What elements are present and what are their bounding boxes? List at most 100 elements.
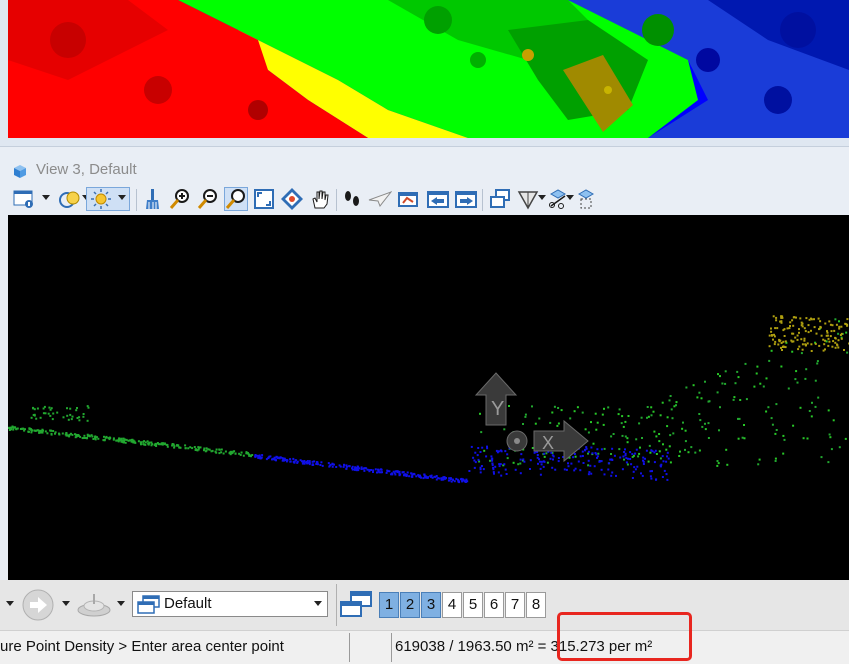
point [205, 449, 208, 452]
point [581, 450, 584, 453]
view-3-titlebar[interactable]: View 3, Default [0, 155, 849, 185]
point [40, 429, 43, 432]
view-3-canvas[interactable]: Y X [8, 215, 849, 581]
point [91, 435, 94, 438]
point [31, 429, 34, 432]
point [30, 416, 33, 419]
point [472, 456, 475, 459]
display-style-icon [59, 191, 80, 208]
tool-dropdown[interactable] [117, 601, 125, 606]
view-2-canvas[interactable] [8, 0, 849, 138]
point [666, 455, 668, 458]
view-select[interactable]: Default [132, 591, 328, 617]
point [830, 448, 833, 451]
point [650, 414, 653, 417]
camera-button[interactable] [396, 187, 420, 211]
point [402, 471, 405, 474]
point [531, 405, 533, 408]
point [331, 465, 334, 468]
point [838, 325, 841, 328]
point [503, 463, 506, 466]
view-4-button[interactable]: 4 [442, 592, 462, 618]
point [602, 423, 605, 426]
point [587, 452, 589, 455]
view-previous-button[interactable] [426, 187, 450, 211]
view-7-button[interactable]: 7 [505, 592, 525, 618]
pan-view-button[interactable] [308, 187, 332, 211]
point [682, 421, 684, 424]
view-8-button[interactable]: 8 [526, 592, 546, 618]
point [342, 465, 345, 468]
copy-view-button[interactable] [488, 187, 512, 211]
point [611, 447, 614, 450]
point [553, 405, 556, 408]
view-select-value: Default [164, 595, 212, 612]
point [814, 379, 817, 382]
point [176, 444, 179, 447]
point [146, 440, 149, 443]
point [805, 344, 807, 346]
fly-button[interactable] [368, 187, 392, 211]
point [491, 458, 494, 461]
point [808, 410, 811, 412]
view-attributes-dropdown[interactable] [42, 195, 50, 200]
point [408, 475, 411, 478]
point [508, 405, 510, 407]
point [808, 318, 811, 321]
point [587, 450, 590, 453]
point [500, 474, 503, 477]
point [569, 417, 572, 420]
view-groups-button[interactable] [339, 589, 373, 621]
point [783, 335, 786, 337]
point [360, 468, 363, 470]
window-area-button[interactable] [224, 187, 248, 211]
view-rotation-button[interactable] [516, 187, 540, 211]
point [698, 413, 701, 415]
fit-view-button[interactable] [252, 187, 276, 211]
view-6-button[interactable]: 6 [484, 592, 504, 618]
forward-dropdown[interactable] [62, 601, 70, 606]
point [721, 382, 724, 385]
point [543, 455, 546, 458]
clip-volume-dropdown[interactable] [566, 195, 574, 200]
view-attributes-button[interactable] [12, 187, 36, 211]
point [704, 428, 707, 431]
update-view-button[interactable] [140, 187, 164, 211]
point [482, 468, 485, 471]
disk-tool-icon [77, 594, 111, 617]
point [622, 425, 625, 428]
point [666, 451, 669, 454]
view-next-button[interactable] [454, 187, 478, 211]
view-2-button[interactable]: 2 [400, 592, 420, 618]
previous-dropdown[interactable] [6, 601, 14, 606]
point [684, 448, 686, 451]
point [598, 460, 601, 463]
point [823, 343, 826, 346]
walk-button[interactable] [340, 187, 364, 211]
point [813, 318, 815, 321]
zoom-in-button[interactable] [168, 187, 192, 211]
point [485, 455, 488, 458]
point [782, 345, 785, 348]
view-1-button[interactable]: 1 [379, 592, 399, 618]
point [655, 478, 657, 481]
point [42, 412, 45, 415]
point [391, 473, 394, 476]
lighting-dropdown[interactable] [118, 195, 126, 200]
zoom-out-button[interactable] [196, 187, 220, 211]
tool-button[interactable] [76, 592, 112, 618]
ground-points-green [8, 318, 849, 467]
view-5-button[interactable]: 5 [463, 592, 483, 618]
view-3-title: View 3, Default [36, 161, 137, 178]
point [52, 430, 55, 432]
view-rotation-dropdown[interactable] [538, 195, 546, 200]
view-3-button[interactable]: 3 [421, 592, 441, 618]
clip-mask-button[interactable] [574, 187, 598, 211]
rotate-view-button[interactable] [280, 187, 304, 211]
display-style-button[interactable] [58, 187, 82, 211]
view-select-arrow[interactable] [314, 601, 322, 606]
point [563, 468, 566, 471]
zoom-in-icon [169, 189, 189, 209]
forward-button[interactable] [22, 589, 54, 621]
axis-origin-dot [514, 438, 520, 444]
